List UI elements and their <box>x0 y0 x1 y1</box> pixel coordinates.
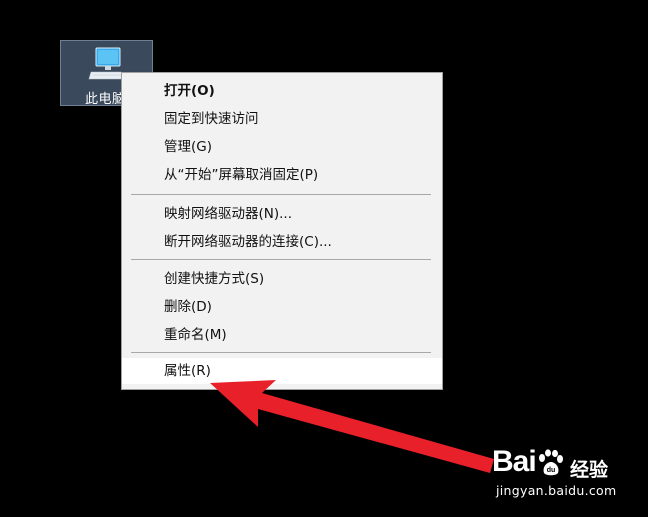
menu-item-rename[interactable]: 重命名(M) <box>122 322 442 348</box>
menu-item-create-shortcut[interactable]: 创建快捷方式(S) <box>122 266 442 292</box>
menu-item-delete[interactable]: 删除(D) <box>122 294 442 320</box>
menu-separator <box>131 259 431 260</box>
menu-item-disconnect-network-drive[interactable]: 断开网络驱动器的连接(C)... <box>122 229 442 255</box>
desktop-icon-label: 此电脑 <box>85 92 126 107</box>
context-menu: 打开(O) 固定到快速访问 管理(G) 从“开始”屏幕取消固定(P) 映射网络驱… <box>121 72 443 390</box>
menu-separator <box>131 352 431 353</box>
watermark-brand-suffix: 经验 <box>570 459 609 481</box>
menu-item-unpin-start[interactable]: 从“开始”屏幕取消固定(P) <box>122 162 442 188</box>
menu-item-properties[interactable]: 属性(R) <box>122 358 442 384</box>
menu-item-open[interactable]: 打开(O) <box>122 78 442 104</box>
menu-item-map-network-drive[interactable]: 映射网络驱动器(N)... <box>122 201 442 227</box>
menu-separator <box>131 194 431 195</box>
watermark: Bai du 经验 jingyan.baidu.com <box>492 445 622 501</box>
baidu-paw-icon: du <box>539 449 563 476</box>
watermark-url: jingyan.baidu.com <box>496 483 617 498</box>
desktop: 此电脑 打开(O) 固定到快速访问 管理(G) 从“开始”屏幕取消固定(P) 映… <box>0 0 648 517</box>
menu-item-pin-quick-access[interactable]: 固定到快速访问 <box>122 106 442 132</box>
svg-text:du: du <box>547 467 556 474</box>
watermark-brand: Bai <box>492 445 537 478</box>
menu-item-manage[interactable]: 管理(G) <box>122 134 442 160</box>
